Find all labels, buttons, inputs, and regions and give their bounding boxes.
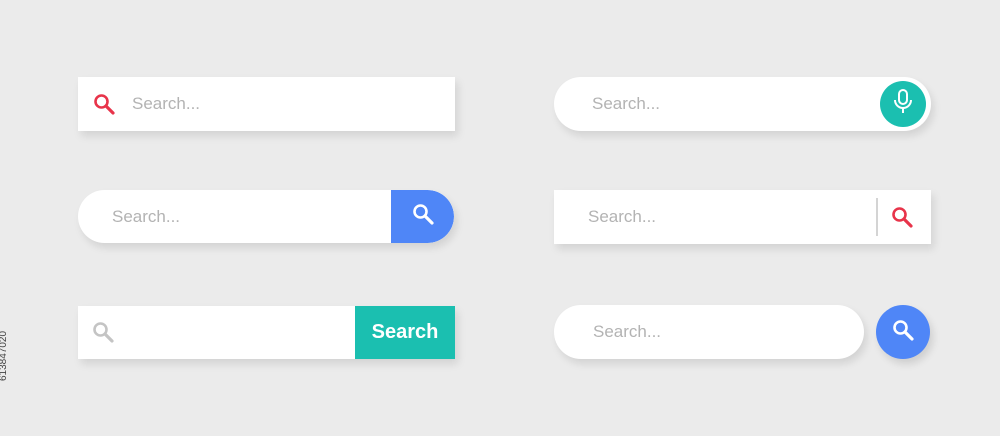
search-icon <box>92 321 114 348</box>
search-bar-2[interactable]: Search... <box>554 77 931 131</box>
search-button[interactable] <box>391 190 454 243</box>
search-icon <box>892 319 914 346</box>
voice-search-button[interactable] <box>880 81 926 127</box>
search-bar-1[interactable]: Search... <box>78 77 455 131</box>
search-icon[interactable] <box>891 206 913 233</box>
search-input[interactable]: Search... <box>593 322 661 342</box>
search-bar-3[interactable]: Search... <box>78 190 454 243</box>
stock-id: 613847020 <box>0 330 9 381</box>
search-input[interactable]: Search... <box>592 94 660 114</box>
search-button-label: Search <box>371 321 439 343</box>
search-bar-4[interactable]: Search... <box>554 190 931 244</box>
search-bar-6[interactable]: Search... <box>554 305 864 359</box>
search-icon <box>93 93 115 120</box>
search-input[interactable]: Search... <box>112 207 180 227</box>
search-bar-5[interactable]: Search <box>78 306 455 359</box>
mic-icon <box>893 88 913 120</box>
search-icon <box>412 203 434 230</box>
search-input[interactable]: Search... <box>588 207 656 227</box>
search-input[interactable]: Search... <box>132 94 200 114</box>
stock-id-strip: 613847020 <box>0 0 18 436</box>
search-button[interactable] <box>876 305 930 359</box>
search-button[interactable]: Search <box>355 306 455 359</box>
divider <box>876 198 878 236</box>
